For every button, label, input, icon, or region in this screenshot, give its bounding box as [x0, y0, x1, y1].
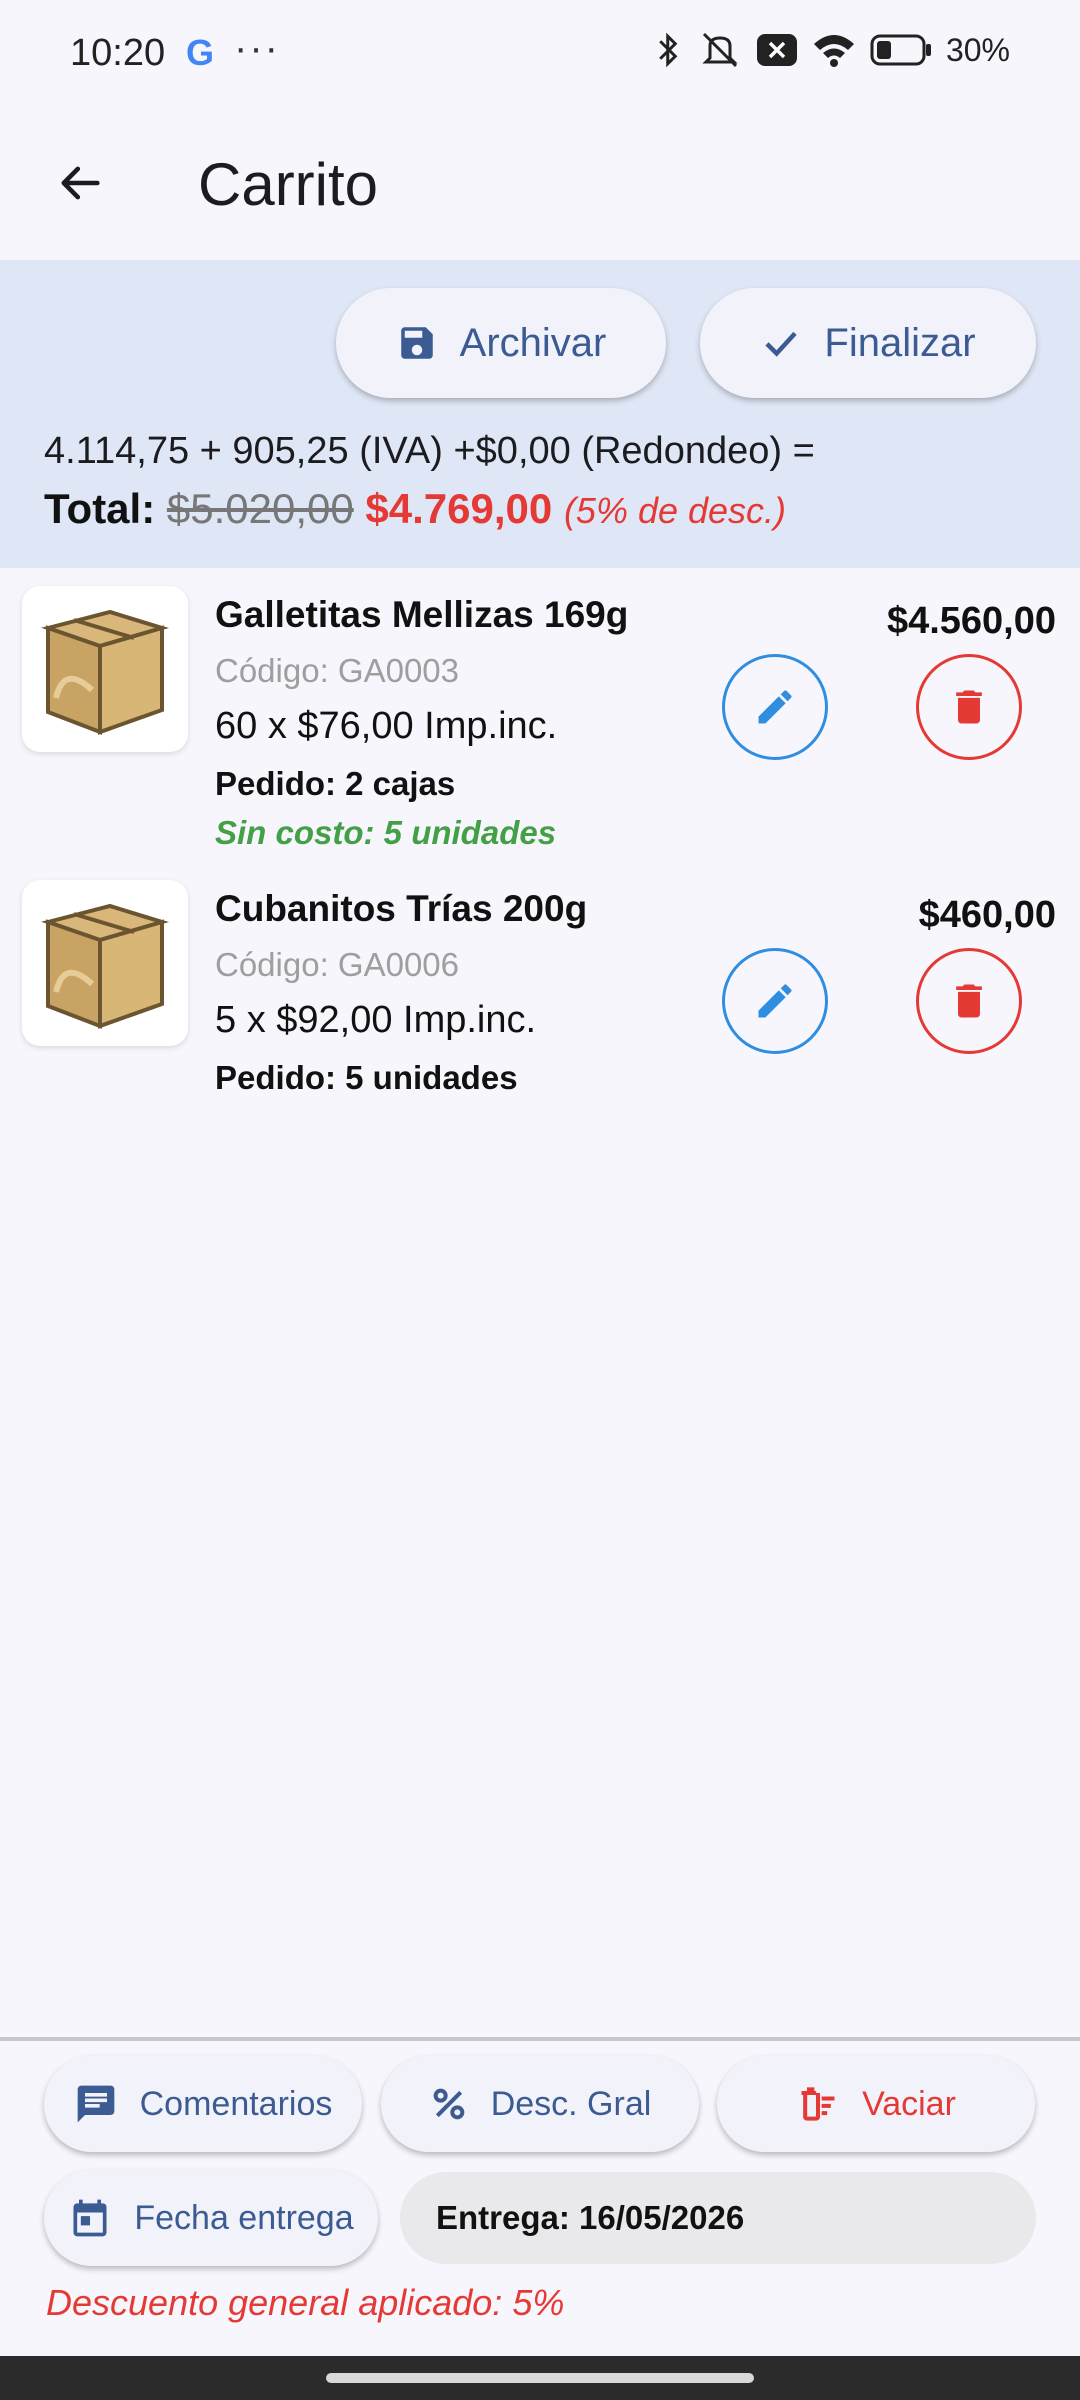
- edit-item-button[interactable]: [722, 948, 828, 1054]
- comment-icon: [77, 2085, 114, 2123]
- trash-icon: [956, 690, 982, 724]
- more-notifications-icon: ···: [234, 26, 280, 70]
- product-image: [22, 880, 188, 1046]
- finalize-label: Finalizar: [824, 320, 976, 365]
- cart-summary: Archivar Finalizar 4.114,75 + 905,25 (IV…: [0, 260, 1080, 568]
- save-icon: [400, 327, 433, 359]
- item-subtotal: $4.560,00: [886, 600, 1056, 642]
- arrow-back-icon: [61, 166, 100, 200]
- product-image: [22, 586, 188, 752]
- calendar-icon: [73, 2199, 107, 2237]
- general-discount-label: Desc. Gral: [490, 2084, 652, 2123]
- delivery-date-button[interactable]: Fecha entrega: [44, 2170, 378, 2266]
- page-title: Carrito: [198, 151, 379, 218]
- order-quantity: Pedido: 2 cajas: [215, 765, 456, 802]
- app-bar: Carrito: [0, 110, 1080, 260]
- empty-cart-label: Vaciar: [862, 2084, 956, 2123]
- clear-list-icon: [801, 2087, 835, 2121]
- google-icon: G: [186, 32, 215, 73]
- back-button[interactable]: [40, 143, 120, 223]
- system-nav-bar: [0, 2356, 1080, 2400]
- cart-item[interactable]: Cubanitos Trías 200g Código: GA0006 5 x …: [0, 866, 1080, 1146]
- pencil-icon: [758, 690, 792, 724]
- general-discount-notice: Descuento general aplicado: 5%: [46, 2282, 565, 2323]
- product-name: Galletitas Mellizas 169g: [215, 594, 629, 635]
- vibrate-off-icon: [702, 32, 738, 68]
- wifi-icon: [813, 35, 854, 67]
- trash-icon: [956, 984, 982, 1018]
- check-icon: [765, 331, 798, 357]
- free-units: Sin costo: 5 unidades: [215, 814, 557, 851]
- edit-item-button[interactable]: [722, 654, 828, 760]
- total-breakdown: 4.114,75 + 905,25 (IVA) +$0,00 (Redondeo…: [44, 430, 815, 472]
- comments-button[interactable]: Comentarios: [44, 2056, 362, 2152]
- box-icon: [41, 903, 169, 1029]
- item-subtotal: $460,00: [918, 894, 1056, 936]
- battery-percent: 30%: [945, 31, 1010, 68]
- battery-icon: [870, 34, 931, 66]
- notification-x-icon: [756, 34, 797, 66]
- status-bar: 10:20 G ··· 30%: [0, 0, 1080, 110]
- discount-note: (5% de desc.): [563, 490, 787, 531]
- archive-button[interactable]: Archivar: [336, 288, 666, 398]
- status-time: 10:20: [70, 32, 166, 74]
- delivery-date-display: Entrega: 16/05/2026: [400, 2172, 1036, 2264]
- empty-cart-button[interactable]: Vaciar: [717, 2056, 1035, 2152]
- delete-item-button[interactable]: [916, 948, 1022, 1054]
- product-code: Código: GA0006: [215, 946, 460, 983]
- home-gesture-handle[interactable]: [326, 2373, 754, 2383]
- product-code: Código: GA0003: [215, 652, 460, 689]
- delivery-date-text: Entrega: 16/05/2026: [436, 2199, 745, 2236]
- new-total: $4.769,00: [365, 485, 553, 532]
- status-icons: 30%: [654, 30, 1010, 70]
- quantity-price: 60 x $76,00 Imp.inc.: [215, 705, 558, 747]
- delivery-date-label: Fecha entrega: [134, 2198, 354, 2237]
- comments-label: Comentarios: [139, 2084, 333, 2123]
- box-icon: [41, 609, 169, 735]
- archive-label: Archivar: [459, 320, 607, 365]
- cart-item[interactable]: Galletitas Mellizas 169g Código: GA0003 …: [0, 572, 1080, 852]
- order-quantity: Pedido: 5 unidades: [215, 1059, 518, 1096]
- total-line: Total: $5.020,00 $4.769,00 (5% de desc.): [44, 485, 786, 533]
- delete-item-button[interactable]: [916, 654, 1022, 760]
- finalize-button[interactable]: Finalizar: [700, 288, 1036, 398]
- bluetooth-icon: [659, 32, 678, 68]
- bottom-divider: [0, 2037, 1080, 2041]
- total-label: Total:: [44, 485, 156, 532]
- general-discount-button[interactable]: Desc. Gral: [381, 2056, 699, 2152]
- percent-icon: [433, 2088, 465, 2120]
- old-total: $5.020,00: [166, 485, 354, 532]
- quantity-price: 5 x $92,00 Imp.inc.: [215, 999, 537, 1041]
- pencil-icon: [758, 984, 792, 1018]
- product-name: Cubanitos Trías 200g: [215, 888, 588, 929]
